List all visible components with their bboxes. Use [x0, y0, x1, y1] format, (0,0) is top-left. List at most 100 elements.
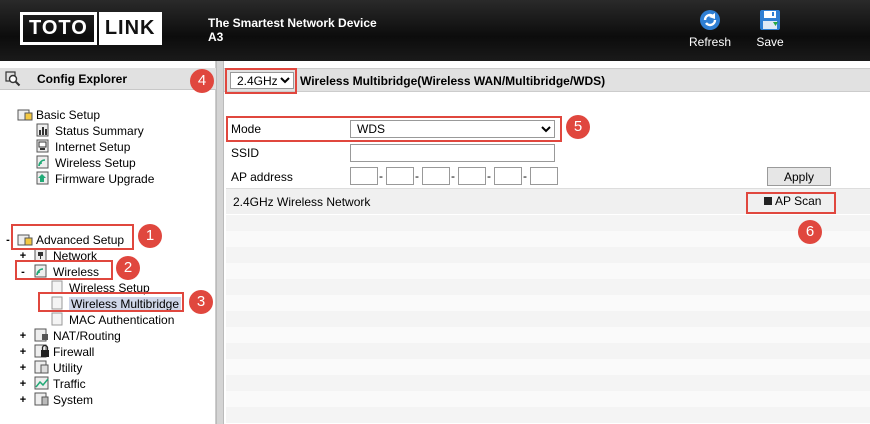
collapse-wireless-toggle[interactable]: - — [18, 264, 28, 280]
separator: - — [415, 169, 419, 183]
scan-icon — [764, 197, 772, 205]
panel-splitter[interactable] — [216, 61, 224, 424]
list-row — [226, 391, 870, 407]
main-header: 2.4GHz Wireless Multibridge(Wireless WAN… — [224, 68, 870, 92]
tree-label: Wireless Setup — [69, 281, 150, 295]
expand-firewall-toggle[interactable]: + — [18, 344, 28, 360]
save-button[interactable]: Save — [740, 8, 800, 49]
network-icon — [34, 248, 47, 262]
wireless-network-row: 2.4GHz Wireless Network AP Scan — [226, 188, 870, 214]
separator: - — [487, 169, 491, 183]
tree-wireless-multibridge[interactable]: Wireless Multibridge — [50, 296, 182, 312]
lock-icon — [34, 344, 49, 358]
totolink-logo: TOTO LINK — [20, 12, 162, 45]
band-select[interactable]: 2.4GHz — [230, 72, 294, 89]
callout-badge-3: 3 — [189, 290, 213, 314]
internet-icon — [36, 139, 49, 153]
expand-nat-toggle[interactable]: + — [18, 328, 28, 344]
tree-label: Traffic — [53, 377, 86, 391]
callout-badge-6: 6 — [798, 220, 822, 244]
ap-address-octet-3[interactable] — [422, 167, 450, 185]
collapse-advanced-toggle[interactable]: - — [3, 232, 13, 248]
wireless-icon — [36, 155, 49, 169]
list-row — [226, 359, 870, 375]
logo-text-link: LINK — [98, 12, 162, 45]
tree-wireless-setup-basic[interactable]: Wireless Setup — [36, 155, 136, 171]
ap-address-octet-1[interactable] — [350, 167, 378, 185]
list-row — [226, 407, 870, 423]
list-row — [226, 311, 870, 327]
list-row — [226, 263, 870, 279]
tree-label: Internet Setup — [55, 140, 131, 154]
tree-system[interactable]: System — [34, 392, 93, 408]
tree-internet-setup[interactable]: Internet Setup — [36, 139, 130, 155]
system-icon — [34, 392, 49, 406]
mode-label: Mode — [231, 122, 262, 136]
tree-wireless[interactable]: Wireless — [34, 264, 99, 280]
main-content: 2.4GHz Wireless Multibridge(Wireless WAN… — [224, 61, 870, 424]
header-tagline: The Smartest Network Device A3 — [208, 16, 377, 44]
tree-advanced-setup[interactable]: Advanced Setup — [17, 232, 124, 248]
expand-network-toggle[interactable]: + — [18, 248, 28, 264]
tree-utility[interactable]: Utility — [34, 360, 82, 376]
folder-icon — [17, 109, 33, 121]
tree-label: Basic Setup — [36, 108, 101, 122]
tree-nat-routing[interactable]: NAT/Routing — [34, 328, 121, 344]
page-icon — [51, 312, 63, 326]
separator: - — [451, 169, 455, 183]
ap-address-octet-4[interactable] — [458, 167, 486, 185]
tree-traffic[interactable]: Traffic — [34, 376, 86, 392]
ap-scan-button[interactable]: AP Scan — [764, 194, 821, 208]
tree-firewall[interactable]: Firewall — [34, 344, 94, 360]
ap-address-octet-2[interactable] — [386, 167, 414, 185]
traffic-icon — [34, 376, 49, 390]
logo-text-toto: TOTO — [20, 12, 97, 45]
explorer-search-icon — [5, 71, 21, 87]
expand-traffic-toggle[interactable]: + — [18, 376, 28, 392]
list-row — [226, 231, 870, 247]
list-row — [226, 279, 870, 295]
ssid-label: SSID — [231, 146, 260, 160]
list-row — [226, 343, 870, 359]
callout-badge-5: 5 — [566, 115, 590, 139]
list-row — [226, 327, 870, 343]
tree-wireless-setup-adv[interactable]: Wireless Setup — [50, 280, 150, 296]
tree-basic-setup[interactable]: Basic Setup — [17, 107, 100, 123]
tagline-text: The Smartest Network Device — [208, 16, 377, 30]
tree-label: Network — [53, 249, 98, 263]
blank-row — [226, 94, 870, 110]
list-row — [226, 375, 870, 391]
utility-icon — [34, 360, 49, 374]
tree-label: Advanced Setup — [36, 233, 125, 247]
tree-firmware-upgrade[interactable]: Firmware Upgrade — [36, 171, 154, 187]
tree-label: Firmware Upgrade — [55, 172, 155, 186]
ap-scan-label: AP Scan — [775, 194, 822, 208]
folder-icon — [17, 234, 33, 246]
callout-badge-1: 1 — [138, 224, 162, 248]
routing-icon — [34, 328, 48, 342]
mode-select[interactable]: WDS — [350, 120, 555, 138]
apply-button[interactable]: Apply — [767, 167, 831, 186]
refresh-button[interactable]: Refresh — [680, 8, 740, 49]
save-icon — [760, 10, 780, 30]
separator: - — [379, 169, 383, 183]
refresh-icon — [700, 10, 720, 30]
tree-status-summary[interactable]: Status Summary — [36, 123, 144, 139]
tree-label: System — [53, 393, 94, 407]
ssid-input[interactable] — [350, 144, 555, 162]
tree-network[interactable]: Network — [34, 248, 97, 264]
tree-label: MAC Authentication — [69, 313, 175, 327]
list-row — [226, 247, 870, 263]
ap-address-octet-6[interactable] — [530, 167, 558, 185]
page-icon — [51, 280, 63, 294]
page-title: Wireless Multibridge(Wireless WAN/Multib… — [300, 74, 606, 88]
page-icon — [51, 296, 63, 310]
list-row — [226, 215, 870, 231]
expand-utility-toggle[interactable]: + — [18, 360, 28, 376]
tree-mac-authentication[interactable]: MAC Authentication — [50, 312, 174, 328]
firmware-icon — [36, 171, 49, 185]
tree-label: NAT/Routing — [53, 329, 121, 343]
ap-address-octet-5[interactable] — [494, 167, 522, 185]
wireless-icon — [34, 264, 47, 278]
expand-system-toggle[interactable]: + — [18, 392, 28, 408]
